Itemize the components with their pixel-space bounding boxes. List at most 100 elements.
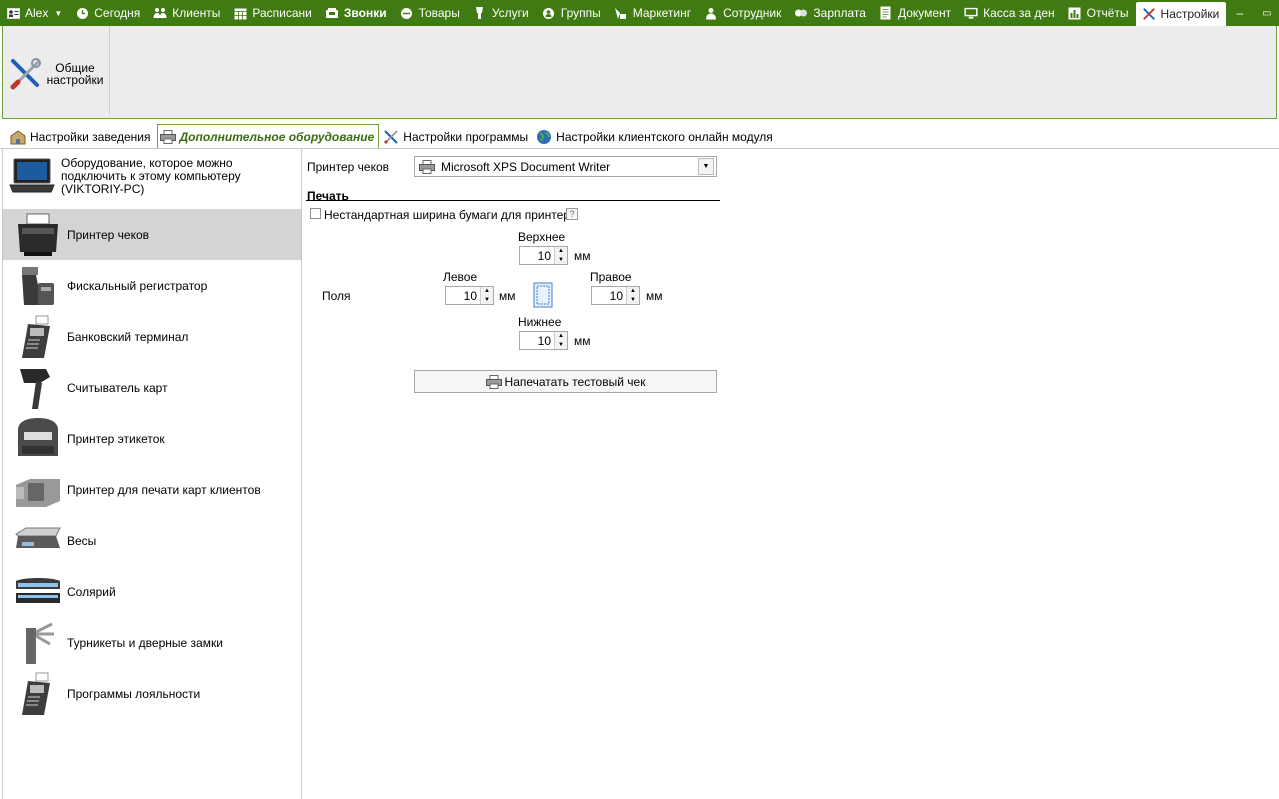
top-margin-label: Верхнее	[518, 230, 566, 244]
settings-icon	[1142, 7, 1156, 21]
page-margins-icon	[532, 282, 556, 308]
menu-item-employees[interactable]: Сотрудник	[698, 0, 788, 26]
globe-icon	[536, 129, 552, 145]
menu-item-marketing[interactable]: Маркетинг	[608, 0, 698, 26]
equipment-item-label: Считыватель карт	[67, 380, 168, 395]
user-menu[interactable]: Alex ▼	[0, 0, 69, 26]
card-printer-icon	[13, 466, 63, 514]
menu-item-cash[interactable]: Касса за ден	[958, 0, 1061, 26]
equipment-item-label: Принтер чеков	[67, 227, 150, 242]
people-icon	[153, 6, 167, 20]
equipment-item-fiscal-register[interactable]: Фискальный регистратор	[3, 260, 301, 311]
scales-icon	[13, 517, 63, 565]
right-margin-label: Правое	[590, 270, 632, 284]
equipment-item-label: Солярий	[67, 584, 116, 599]
spinner-buttons[interactable]: ▲ ▼	[554, 247, 567, 264]
nonstandard-width-checkbox[interactable]	[310, 208, 321, 219]
phone-icon	[325, 6, 339, 20]
bottom-margin-label: Нижнее	[518, 315, 562, 329]
minimize-button[interactable]: –	[1226, 0, 1253, 26]
equipment-item-receipt-printer[interactable]: Принтер чеков	[3, 209, 301, 260]
menu-item-groups[interactable]: Группы	[536, 0, 608, 26]
equipment-item-scales[interactable]: Весы	[3, 515, 301, 566]
calendar-icon	[233, 6, 247, 20]
right-margin-unit: мм	[646, 289, 663, 303]
turnstile-icon	[13, 619, 63, 667]
left-margin-value: 10	[463, 288, 477, 303]
equipment-item-label: Весы	[67, 533, 97, 548]
tools-icon	[9, 57, 43, 91]
equipment-item-card-printer[interactable]: Принтер для печати карт клиентов	[3, 464, 301, 515]
tab-client-online-module[interactable]: Настройки клиентского онлайн модуля	[534, 126, 777, 148]
tools-icon	[383, 129, 399, 145]
equipment-item-label: Турникеты и дверные замки	[67, 635, 223, 650]
left-margin-input[interactable]: 10 ▲ ▼	[445, 286, 494, 305]
help-icon[interactable]: ?	[566, 208, 578, 220]
menu-item-calls[interactable]: Звонки	[319, 0, 394, 26]
receipt-printer-settings: Принтер чеков Microsoft XPS Document Wri…	[302, 149, 1279, 799]
user-card-icon	[6, 6, 20, 20]
equipment-item-label-printer[interactable]: Принтер этикеток	[3, 413, 301, 464]
chevron-down-icon[interactable]: ▼	[698, 158, 714, 175]
equipment-item-bank-terminal[interactable]: Банковский терминал	[3, 311, 301, 362]
menu-item-settings[interactable]: Настройки	[1135, 2, 1227, 26]
loyalty-terminal-icon	[13, 670, 63, 718]
equipment-item-solarium[interactable]: Солярий	[3, 566, 301, 617]
test-print-button-label: Напечатать тестовый чек	[504, 374, 646, 389]
menu-item-services[interactable]: Услуги	[467, 0, 536, 26]
printer-select[interactable]: Microsoft XPS Document Writer ▼	[414, 156, 717, 177]
equipment-item-card-reader[interactable]: Считыватель карт	[3, 362, 301, 413]
card-reader-icon	[13, 364, 63, 412]
equipment-list-panel: Оборудование, которое можно подключить к…	[2, 149, 302, 799]
menu-item-documents[interactable]: Документ	[873, 0, 958, 26]
top-margin-input[interactable]: 10 ▲ ▼	[519, 246, 568, 265]
restore-button[interactable]: ▭	[1253, 0, 1279, 26]
tab-label: Настройки клиентского онлайн модуля	[556, 130, 773, 144]
printer-label: Принтер чеков	[307, 160, 390, 174]
margins-label: Поля	[322, 289, 351, 303]
equipment-item-loyalty-programs[interactable]: Программы лояльности	[3, 668, 301, 719]
clock-icon	[75, 6, 89, 20]
left-margin-unit: мм	[499, 289, 516, 303]
equipment-item-label: Принтер этикеток	[67, 431, 165, 446]
spinner-buttons[interactable]: ▲ ▼	[626, 287, 639, 304]
printer-icon	[419, 159, 435, 174]
bank-terminal-icon	[13, 313, 63, 361]
settings-tabs: Настройки заведения Дополнительное обору…	[0, 124, 1279, 148]
equipment-list-header: Оборудование, которое можно подключить к…	[9, 154, 299, 198]
main-menu-bar: Alex ▼ Сегодня Клиенты Расписани Звонки …	[0, 0, 1279, 26]
tab-label: Настройки программы	[403, 130, 529, 144]
right-margin-input[interactable]: 10 ▲ ▼	[591, 286, 640, 305]
menu-item-salary[interactable]: Зарплата	[788, 0, 873, 26]
menu-item-schedule[interactable]: Расписани	[227, 0, 318, 26]
cash-icon	[964, 6, 978, 20]
equipment-item-turnstiles[interactable]: Турникеты и дверные замки	[3, 617, 301, 668]
menu-item-reports[interactable]: Отчёты	[1062, 0, 1136, 26]
equipment-item-label: Банковский терминал	[67, 329, 189, 344]
test-print-button[interactable]: Напечатать тестовый чек	[414, 370, 717, 393]
equipment-item-label: Фискальный регистратор	[67, 278, 208, 293]
marketing-icon	[614, 6, 628, 20]
menu-item-clients[interactable]: Клиенты	[147, 0, 227, 26]
building-icon	[10, 129, 26, 145]
spinner-buttons[interactable]: ▲ ▼	[480, 287, 493, 304]
general-settings-label: Общие настройки	[46, 61, 104, 87]
left-margin-label: Левое	[443, 270, 478, 284]
ribbon-separator	[109, 26, 110, 114]
receipt-printer-icon	[13, 211, 63, 259]
menu-item-today[interactable]: Сегодня	[69, 0, 147, 26]
employee-icon	[704, 6, 718, 20]
menu-item-goods[interactable]: Товары	[394, 0, 467, 26]
window-controls: – ▭ ✕	[1226, 0, 1279, 26]
spinner-buttons[interactable]: ▲ ▼	[554, 332, 567, 349]
user-name: Alex	[25, 6, 49, 20]
tab-label: Настройки заведения	[30, 130, 151, 144]
bottom-margin-input[interactable]: 10 ▲ ▼	[519, 331, 568, 350]
tab-venue-settings[interactable]: Настройки заведения	[8, 126, 155, 148]
tab-program-settings[interactable]: Настройки программы	[381, 126, 532, 148]
general-settings-button[interactable]: Общие настройки	[9, 54, 109, 94]
service-icon	[473, 6, 487, 20]
print-section-divider	[306, 200, 720, 201]
tab-additional-equipment[interactable]: Дополнительное оборудование	[156, 124, 380, 148]
nonstandard-width-label: Нестандартная ширина бумаги для принтера	[324, 208, 577, 222]
